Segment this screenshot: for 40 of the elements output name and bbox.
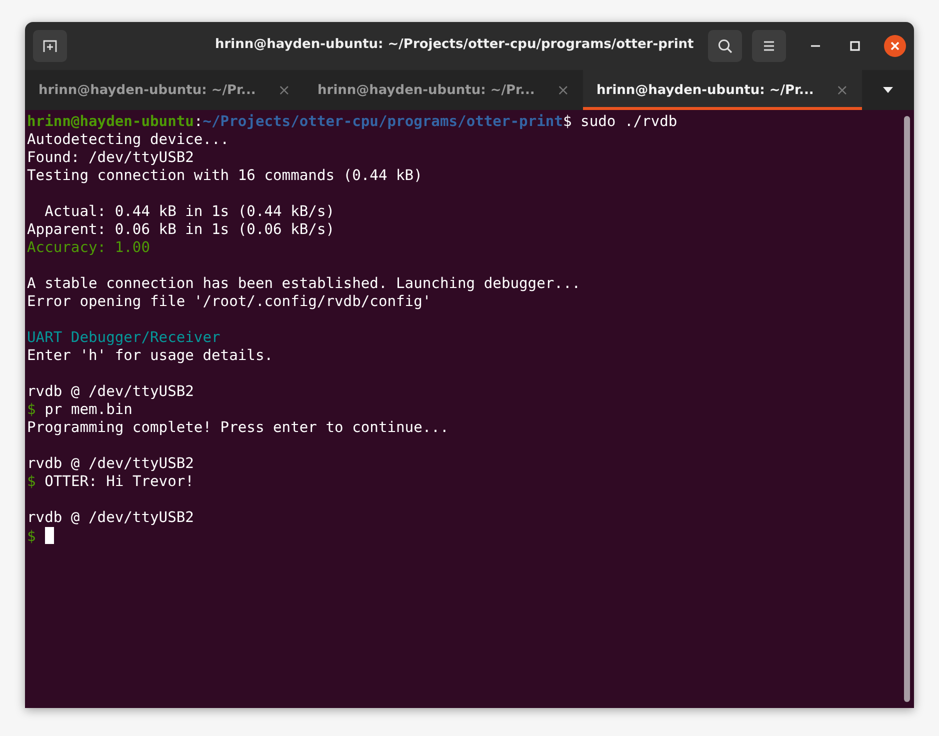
maximize-icon [850, 41, 860, 51]
tab-close-button[interactable]: × [278, 81, 290, 99]
terminal-line: rvdb @ /dev/ttyUSB2 [27, 455, 195, 473]
tab-label: hrinn@hayden-ubuntu: ~/Pr... [318, 82, 535, 98]
terminal-line: rvdb @ /dev/ttyUSB2 [27, 383, 195, 401]
terminal-line: $ [27, 527, 902, 545]
scrollbar[interactable] [904, 116, 910, 702]
terminal-line: Testing connection with 16 commands (0.44 kB) [27, 167, 424, 185]
menu-button[interactable] [752, 30, 786, 62]
new-tab-icon [42, 38, 58, 54]
terminal-line: A stable connection has been established. Launching debugger... [27, 275, 582, 293]
terminal-line: Enter 'h' for usage details. [27, 347, 274, 365]
terminal-line: Found: /dev/ttyUSB2 [27, 149, 195, 167]
tab-label: hrinn@hayden-ubuntu: ~/Pr... [596, 82, 814, 98]
search-icon [717, 38, 733, 54]
search-button[interactable] [708, 30, 742, 62]
minimize-icon [810, 45, 820, 47]
close-button[interactable] [884, 35, 906, 57]
close-icon [890, 41, 900, 51]
terminal-line: hrinn@hayden-ubuntu:~/Projects/otter-cpu/programs/otter-print$ sudo ./rvdb [27, 113, 678, 131]
terminal-line: Accuracy: 1.00 [27, 239, 152, 257]
terminal-line: UART Debugger/Receiver [27, 329, 222, 347]
tab-close-button[interactable]: × [836, 81, 848, 99]
terminal-line: Error opening file '/root/.config/rvdb/config' [27, 293, 432, 311]
window-title: hrinn@hayden-ubuntu: ~/Projects/otter-cpu/programs/otter-print [215, 37, 694, 52]
caret-icon [882, 86, 894, 94]
menu-icon [762, 40, 776, 52]
terminal-line: Actual: 0.44 kB in 1s (0.44 kB/s) [44, 203, 336, 221]
terminal-tab[interactable]: hrinn@hayden-ubuntu: ~/Pr... × [25, 70, 304, 110]
terminal-line: $ pr mem.bin [27, 401, 134, 419]
terminal-line: $ OTTER: Hi Trevor! [27, 473, 195, 491]
terminal-line: Apparent: 0.06 kB in 1s (0.06 kB/s) [27, 221, 336, 239]
terminal-line: rvdb @ /dev/ttyUSB2 [27, 509, 195, 527]
tab-close-button[interactable]: × [556, 81, 570, 99]
terminal-tab[interactable]: hrinn@hayden-ubuntu: ~/Pr... × [583, 70, 862, 110]
terminal-line: Programming complete! Press enter to continue... [27, 419, 450, 437]
terminal-line: Autodetecting device... [27, 131, 230, 149]
tab-label: hrinn@hayden-ubuntu: ~/Pr... [38, 82, 256, 98]
terminal-tab[interactable]: hrinn@hayden-ubuntu: ~/Pr... × [304, 70, 583, 110]
new-tab-button[interactable] [33, 30, 67, 62]
